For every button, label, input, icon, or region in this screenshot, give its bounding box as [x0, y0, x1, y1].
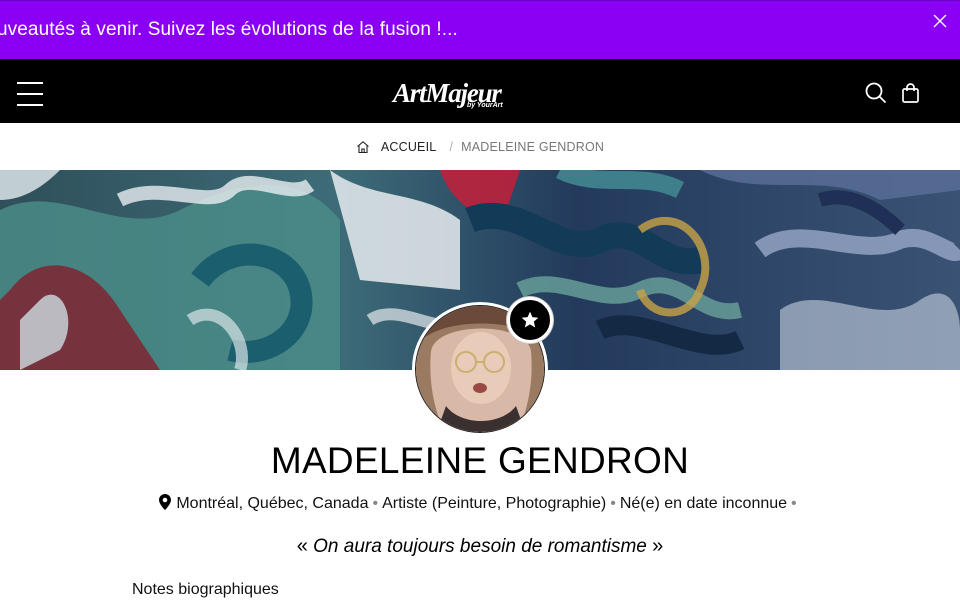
meta-bullet: • [791, 495, 797, 512]
artist-quote: « On aura toujours besoin de romantisme … [0, 535, 960, 558]
artist-role: Artiste (Peinture, Photographie) [382, 495, 607, 512]
bio-section-title: Notes biographiques [132, 581, 279, 598]
close-icon[interactable] [932, 13, 948, 29]
breadcrumb-current: MADELEINE GENDRON [461, 139, 605, 154]
hamburger-menu-icon[interactable] [17, 82, 43, 106]
breadcrumb-home-link[interactable]: ACCUEIL [356, 140, 437, 154]
artist-birth: Né(e) en date inconnue [619, 495, 788, 512]
logo-subtext: by YourArt [466, 102, 503, 109]
announcement-bar: uveautés à venir. Suivez les évolutions … [0, 0, 960, 59]
breadcrumb-home-label: ACCUEIL [380, 139, 437, 154]
star-badge [507, 297, 553, 343]
announcement-text[interactable]: uveautés à venir. Suivez les évolutions … [0, 19, 458, 41]
artist-meta: Montréal, Québec, Canada • Artiste (Peintu… [0, 494, 960, 513]
meta-bullet: • [372, 495, 379, 512]
artist-location[interactable]: Montréal, Québec, Canada [176, 495, 368, 512]
top-navbar: ArtMajeur by YourArt [0, 59, 960, 123]
shopping-bag-icon[interactable] [899, 81, 923, 105]
quote-text: On aura toujours besoin de romantisme [313, 536, 647, 557]
quote-open-mark: « [296, 535, 308, 557]
breadcrumb-separator: / [449, 139, 454, 154]
quote-close-mark: » [652, 535, 664, 557]
search-icon[interactable] [864, 81, 888, 105]
artist-name: MADELEINE GENDRON [270, 440, 690, 481]
location-pin-icon [159, 494, 172, 510]
meta-bullet: • [610, 495, 616, 512]
breadcrumb: ACCUEIL / MADELEINE GENDRON [0, 123, 960, 170]
home-icon [356, 140, 369, 153]
artmajeur-logo[interactable]: ArtMajeur by YourArt [393, 78, 503, 114]
star-icon [521, 311, 539, 328]
